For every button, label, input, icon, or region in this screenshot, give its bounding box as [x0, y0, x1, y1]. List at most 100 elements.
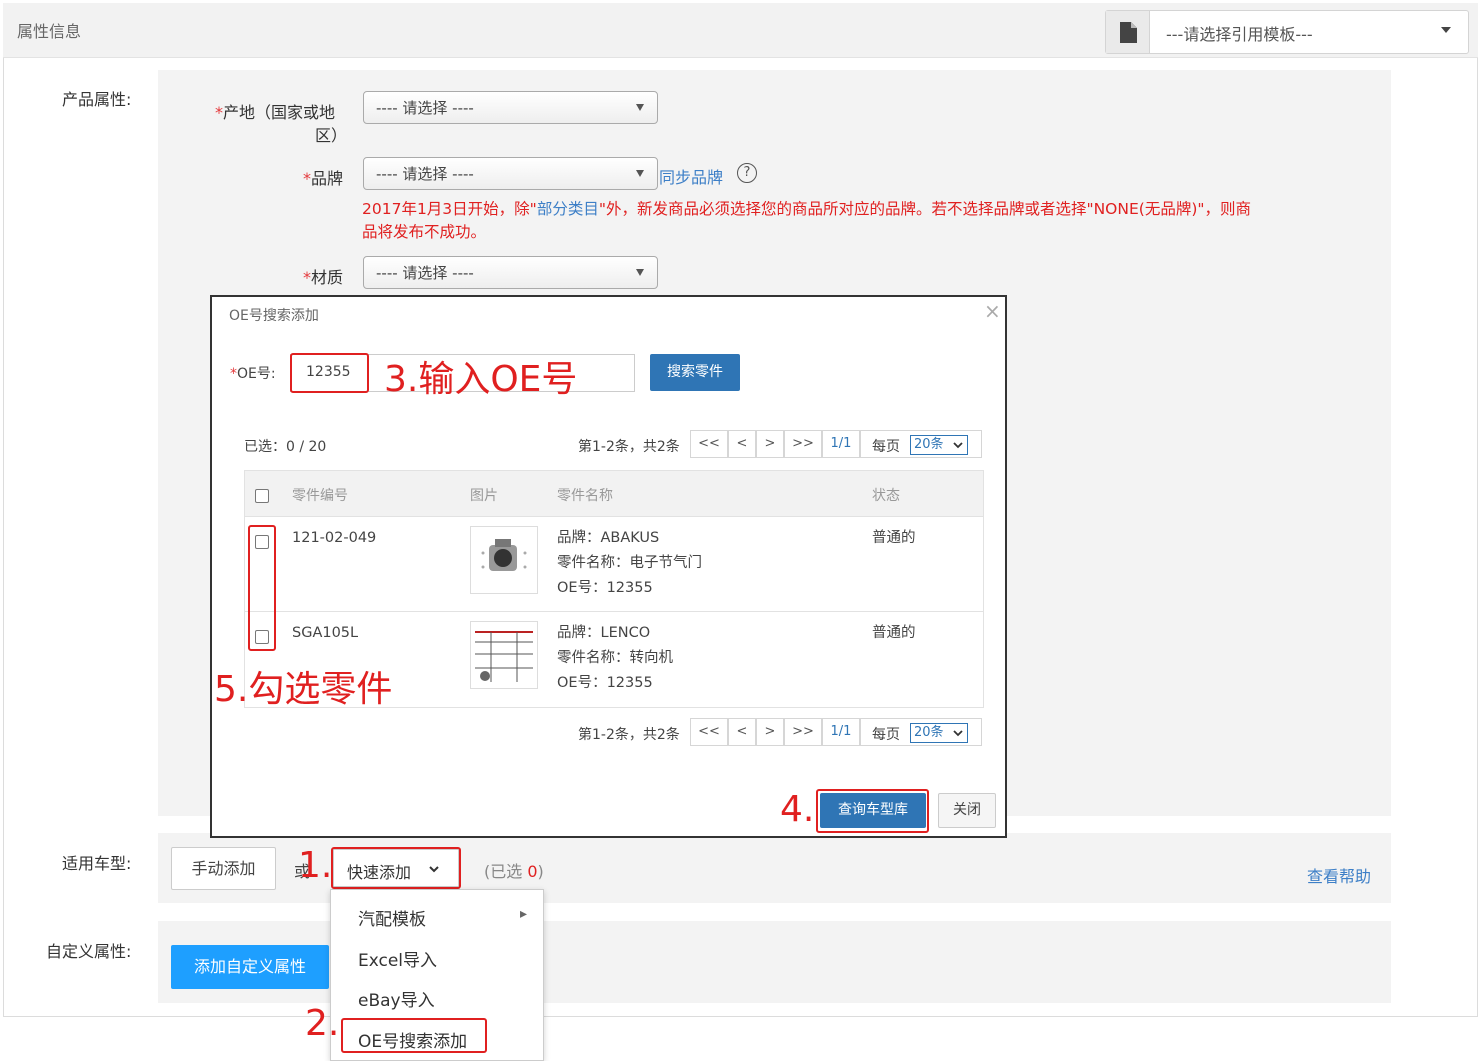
add-custom-attribute-button[interactable]: 添加自定义属性 [171, 945, 329, 989]
template-icon-box [1106, 11, 1150, 53]
pager-prev[interactable]: < [728, 430, 756, 458]
part-brand: 品牌：ABAKUS [557, 530, 660, 546]
part-status: 普通的 [872, 625, 916, 641]
pager-prev[interactable]: < [728, 718, 756, 746]
view-help-link[interactable]: 查看帮助 [1307, 863, 1371, 887]
required-mark: * [303, 268, 311, 287]
search-parts-button[interactable]: 搜索零件 [650, 354, 740, 391]
part-code: 121-02-049 [292, 530, 377, 546]
dialog-title: OE号搜索添加 [229, 308, 319, 324]
brand-note-text: 2017年1月3日开始，除" [362, 200, 537, 218]
sync-brand-link[interactable]: 同步品牌 [659, 164, 723, 188]
per-page-select[interactable]: 20条 [910, 435, 968, 455]
highlight-oe-search [341, 1018, 487, 1053]
step-5-annotation: 5.勾选零件 [214, 669, 393, 710]
chevron-down-icon [636, 170, 644, 177]
pager-next[interactable]: > [756, 430, 784, 458]
pager-page: 1/1 [822, 718, 860, 746]
required-mark: * [215, 103, 223, 122]
part-status: 普通的 [872, 530, 916, 546]
column-header: 状态 [872, 488, 900, 504]
origin-label-text: 产地（国家或地 [223, 103, 336, 122]
menu-item-excel-import[interactable]: Excel导入 [358, 946, 437, 971]
brand-note-line2: 品将发布不成功。 [362, 223, 487, 241]
brand-note: 2017年1月3日开始，除"部分类目"外，新发商品必须选择您的商品所对应的品牌。… [362, 198, 1362, 221]
oe-label-text: OE号: [237, 366, 276, 382]
part-name: 零件名称：电子节气门 [557, 555, 702, 571]
per-page-value: 20条 [914, 725, 944, 740]
vehicle-label: 适用车型: [62, 854, 132, 873]
origin-select-value: ---- 请选择 ---- [376, 99, 474, 117]
close-icon[interactable]: × [984, 299, 1001, 323]
oe-label: *OE号: [230, 363, 276, 383]
selected-indicator: 已选：0 / 20 [244, 439, 327, 455]
menu-item-parts-template[interactable]: 汽配模板 [358, 905, 426, 930]
brand-note-text-2: "外，新发商品必须选择您的商品所对应的品牌。若不选择品牌或者选择"NONE(无品… [598, 200, 1251, 218]
custom-attributes-label: 自定义属性: [46, 942, 132, 961]
part-name: 零件名称：转向机 [557, 650, 673, 666]
steering-diagram-image [475, 631, 533, 682]
brand-label-text: 品牌 [311, 169, 344, 188]
selected-suffix: ) [537, 862, 544, 881]
material-label-text: 材质 [311, 268, 344, 287]
close-button[interactable]: 关闭 [938, 793, 996, 828]
pager-page: 1/1 [822, 430, 860, 458]
step-4-annotation: 4. [780, 789, 815, 830]
product-attributes-label: 产品属性: [62, 90, 132, 109]
chevron-down-icon [636, 104, 644, 111]
part-brand: 品牌：LENCO [557, 625, 651, 641]
step-1-annotation: 1. [298, 845, 333, 886]
pager-first[interactable]: << [690, 430, 728, 458]
oe-search-dialog: OE号搜索添加 × *OE号: 12355 搜索零件 已选：0 / 20 第1-… [210, 295, 1007, 838]
material-select-value: ---- 请选择 ---- [376, 264, 474, 282]
help-icon[interactable]: ? [737, 163, 757, 183]
pager-first[interactable]: << [690, 718, 728, 746]
material-label: *材质 [303, 264, 343, 288]
part-oe: OE号：12355 [557, 675, 653, 691]
selected-prefix: (已选 [484, 862, 528, 881]
highlight-oe-input [290, 353, 369, 393]
panel-title: 属性信息 [17, 22, 82, 41]
per-page-label: 每页 [872, 727, 900, 743]
partial-category-link[interactable]: 部分类目 [537, 200, 599, 218]
select-all-checkbox[interactable] [255, 489, 269, 503]
pager-range: 第1-2条，共2条 [578, 439, 680, 455]
column-header: 图片 [470, 488, 498, 504]
part-oe: OE号：12355 [557, 580, 653, 596]
brand-select-value: ---- 请选择 ---- [376, 165, 474, 183]
pager-range: 第1-2条，共2条 [578, 727, 680, 743]
part-image [470, 526, 538, 594]
chevron-down-icon [1441, 27, 1451, 33]
per-page-select[interactable]: 20条 [910, 723, 968, 743]
document-icon [1120, 22, 1137, 43]
menu-item-ebay-import[interactable]: eBay导入 [358, 986, 435, 1011]
per-page-value: 20条 [914, 437, 944, 452]
template-select-value: ---请选择引用模板--- [1166, 25, 1313, 44]
chevron-down-icon [636, 269, 644, 276]
column-header: 零件编号 [292, 488, 348, 504]
step-3-annotation: 3.输入OE号 [384, 359, 578, 400]
part-image [470, 621, 538, 689]
selected-count: (已选 0) [484, 858, 544, 882]
highlight-checkboxes [248, 525, 276, 651]
selected-number: 0 [527, 862, 538, 881]
step-2-annotation: 2. [305, 1003, 340, 1044]
chevron-right-icon: ▸ [520, 906, 528, 922]
brand-label: *品牌 [303, 165, 343, 189]
required-mark: * [303, 169, 311, 188]
pager-next[interactable]: > [756, 718, 784, 746]
origin-label-line2: 区） [315, 126, 348, 145]
column-header: 零件名称 [557, 488, 613, 504]
required-mark: * [230, 366, 237, 382]
highlight-query-button [816, 789, 929, 833]
origin-label: *产地（国家或地 [215, 99, 335, 123]
chevron-down-icon [953, 730, 963, 737]
part-code: SGA105L [292, 625, 359, 641]
throttle-image [481, 539, 527, 571]
chevron-down-icon [953, 442, 963, 449]
pager-last[interactable]: >> [784, 718, 822, 746]
pager-last[interactable]: >> [784, 430, 822, 458]
per-page-label: 每页 [872, 439, 900, 455]
highlight-quick-add [331, 847, 461, 889]
manual-add-button[interactable]: 手动添加 [171, 847, 276, 890]
